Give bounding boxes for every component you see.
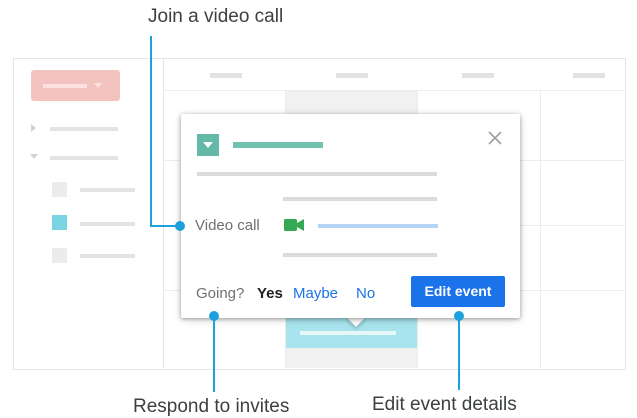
rsvp-yes-button[interactable]: Yes [257, 285, 283, 302]
event-detail-placeholder [197, 172, 437, 176]
calendar-checkbox[interactable] [52, 248, 67, 263]
sidebar-item [50, 156, 118, 160]
calendar-checkbox[interactable] [52, 215, 67, 230]
callout-edit-event: Edit event details [372, 394, 517, 415]
day-header [462, 73, 494, 78]
close-icon[interactable] [485, 128, 505, 148]
chevron-down-icon [94, 83, 102, 88]
day-gridline [540, 90, 541, 368]
chevron-down-icon [203, 142, 213, 148]
day-header [336, 73, 368, 78]
callout-line [213, 316, 215, 392]
callout-respond-invites: Respond to invites [133, 396, 290, 417]
create-button[interactable] [31, 70, 120, 101]
video-call-link[interactable] [318, 224, 438, 228]
hour-gridline [163, 90, 624, 91]
collapse-arrow-icon[interactable] [30, 154, 38, 159]
day-header [573, 73, 605, 78]
calendar-list-item [80, 222, 135, 226]
camera-icon[interactable] [284, 218, 304, 232]
create-button-label [43, 84, 87, 88]
callout-dot [175, 221, 185, 231]
day-header [210, 73, 242, 78]
video-call-label: Video call [195, 217, 260, 234]
event-color-picker[interactable] [197, 134, 219, 156]
event-title-placeholder [300, 331, 396, 335]
calendar-list-item [80, 188, 135, 192]
callout-line [150, 36, 152, 227]
sidebar-divider [163, 58, 164, 368]
event-detail-placeholder [283, 253, 437, 257]
calendar-list-item [80, 254, 135, 258]
callout-video-call: Join a video call [148, 6, 284, 27]
callout-line [458, 316, 460, 390]
expand-arrow-icon[interactable] [31, 124, 36, 132]
event-detail-placeholder [283, 197, 437, 201]
calendar-checkbox[interactable] [52, 182, 67, 197]
rsvp-maybe-button[interactable]: Maybe [293, 285, 338, 302]
rsvp-no-button[interactable]: No [356, 285, 375, 302]
sidebar-item [50, 127, 118, 131]
going-label: Going? [196, 285, 245, 302]
edit-event-button[interactable]: Edit event [411, 276, 505, 307]
event-title-placeholder [233, 142, 323, 148]
